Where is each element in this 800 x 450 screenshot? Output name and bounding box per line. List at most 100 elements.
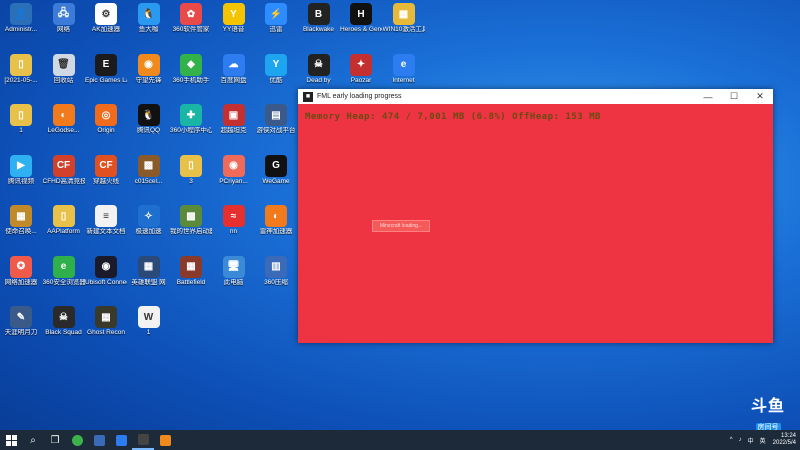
taskbar-minecraft-icon[interactable] bbox=[132, 430, 154, 450]
desktop-icon[interactable]: ◉ PCriyan... bbox=[213, 154, 255, 195]
desktop-icon[interactable]: G WeGame bbox=[255, 154, 297, 195]
desktop-app-icon: ▯ bbox=[180, 154, 202, 177]
desktop-icon[interactable]: ◐ LeGodse... bbox=[43, 104, 85, 144]
desktop-icon[interactable]: ☁ 百度网盘 bbox=[213, 53, 255, 94]
tray-speaker-icon[interactable]: ♪ bbox=[739, 437, 742, 443]
minimize-button[interactable]: — bbox=[695, 89, 721, 104]
desktop-icon[interactable]: 🐧 鱼大咖 bbox=[128, 3, 170, 43]
desktop-icon[interactable]: 🗑 回收站 bbox=[43, 53, 85, 94]
desktop-icon[interactable]: ◎ Origin bbox=[85, 104, 127, 144]
desktop-icon[interactable]: 👤 Administr... bbox=[0, 3, 42, 43]
desktop-icon[interactable]: EEpic Games Launcher bbox=[85, 53, 127, 94]
desktop-icon[interactable]: ▦ WIN10激活工具 bbox=[383, 3, 425, 43]
tray-chevron-icon[interactable]: ^ bbox=[730, 437, 733, 443]
desktop-app-icon: ✦ bbox=[350, 53, 372, 76]
fml-loading-window[interactable]: ■ FML early loading progress — ☐ ✕ Memor… bbox=[298, 89, 773, 343]
tray-ime[interactable]: 英 bbox=[760, 436, 766, 445]
tray-lang[interactable]: 中 bbox=[748, 436, 754, 445]
desktop-icon[interactable]: ✦ Paozar bbox=[340, 53, 382, 94]
taskbar-douyu-icon[interactable] bbox=[154, 430, 176, 450]
desktop-icon[interactable]: ▥ 360压缩 bbox=[255, 255, 297, 296]
desktop-icon[interactable]: ▤ 游侠对战平台 bbox=[255, 104, 297, 144]
desktop-app-icon: ≈ bbox=[222, 205, 245, 227]
desktop-icon[interactable]: ▣ 超越坦克 bbox=[213, 104, 255, 144]
desktop-icon[interactable]: e Internet bbox=[383, 53, 425, 94]
desktop-icon[interactable]: ✪ 网络加速器 bbox=[0, 255, 42, 296]
desktop-app-icon: ▦ bbox=[392, 3, 415, 25]
desktop-icon[interactable]: ☠ Dead by bbox=[298, 53, 340, 94]
desktop-icon[interactable]: e 360安全浏览器 bbox=[43, 255, 85, 296]
desktop-icon-label: PCriyan... bbox=[219, 177, 248, 185]
desktop-icon-label: 回收站 bbox=[53, 76, 74, 84]
desktop-icon-label: 360软件管家 bbox=[172, 26, 210, 33]
desktop-app-icon: ▩ bbox=[180, 205, 202, 227]
desktop-icon[interactable]: ▦ Ghost Recon bbox=[85, 306, 127, 346]
desktop-icon[interactable]: ✎ 天涯明月刀 bbox=[0, 306, 42, 346]
desktop-icon[interactable]: ▯ 3 bbox=[170, 154, 212, 195]
desktop-icon[interactable]: Y 优酷 bbox=[255, 53, 297, 94]
desktop-icon[interactable]: ⚡ 迅雷 bbox=[255, 3, 297, 43]
desktop-icon[interactable]: ≡ 新建文本文档 bbox=[85, 205, 127, 245]
desktop-icon[interactable]: ≈ nn bbox=[213, 205, 255, 245]
window-title: FML early loading progress bbox=[317, 93, 402, 100]
desktop-icon-label: Epic Games Launcher bbox=[85, 76, 127, 84]
desktop-icon-label: Heroes & Generals bbox=[340, 26, 382, 33]
desktop-icon[interactable]: ◉ 守望先锋 bbox=[128, 53, 170, 94]
desktop-icon[interactable]: HHeroes & Generals bbox=[340, 3, 382, 43]
desktop-icon-label: Internet bbox=[392, 76, 415, 84]
desktop-icon[interactable]: 🖧 网络 bbox=[43, 3, 85, 43]
desktop-icon-label: 3 bbox=[189, 177, 193, 185]
desktop-icon[interactable]: ✧ 极速加速 bbox=[128, 205, 170, 245]
desktop-app-icon: ◐ bbox=[265, 205, 287, 227]
task-view-icon[interactable]: ❐ bbox=[44, 430, 66, 450]
clock-date: 2022/5/4 bbox=[772, 440, 796, 446]
desktop-icon-label: 天涯明月刀 bbox=[4, 329, 38, 336]
desktop-icon-label: 网络加速器 bbox=[4, 278, 38, 286]
desktop-icon[interactable]: ⚙ AK加速器 bbox=[85, 3, 127, 43]
desktop-icon-label: Paozar bbox=[350, 76, 372, 84]
desktop-icon[interactable]: ◆ 360手机助手 bbox=[170, 53, 212, 94]
desktop-app-icon: ▯ bbox=[10, 104, 32, 126]
desktop-icon[interactable]: CFCFHD高清竞技大区 bbox=[42, 154, 85, 195]
clock-time: 13:24 bbox=[780, 433, 796, 439]
desktop-icon[interactable]: ▯ AAPlatform bbox=[43, 205, 85, 245]
desktop-icon-label: CFHD高清竞技大区 bbox=[42, 177, 85, 185]
clock[interactable]: 13:24 2022/5/4 bbox=[773, 433, 796, 447]
desktop-icon-label: 极速加速 bbox=[135, 228, 162, 235]
desktop-icon[interactable]: ▯ [2021-05-... bbox=[0, 53, 42, 94]
desktop-icon[interactable]: ▯ 1 bbox=[0, 104, 42, 144]
window-titlebar[interactable]: ■ FML early loading progress — ☐ ✕ bbox=[298, 89, 773, 104]
desktop-app-icon: CF bbox=[52, 154, 75, 177]
desktop-icon[interactable]: ▦ 英雄联盟 网 bbox=[128, 255, 170, 296]
desktop-icon[interactable]: ▶ 腾讯视频 bbox=[0, 154, 42, 195]
desktop-icon-label: [2021-05-... bbox=[4, 76, 38, 84]
desktop-icon[interactable]: ▩ 我的世界启动器 bbox=[170, 205, 212, 245]
desktop-app-icon: ✧ bbox=[137, 205, 160, 227]
desktop-icon-label: 360手机助手 bbox=[172, 76, 210, 84]
desktop-icon[interactable]: W1 bbox=[128, 306, 170, 346]
desktop-icon[interactable]: ▦ Battlefield bbox=[170, 255, 212, 296]
desktop-icon[interactable]: ◐ 雷神加速器 bbox=[255, 205, 297, 245]
taskbar-feishu-icon[interactable] bbox=[110, 430, 132, 450]
search-icon[interactable]: ⌕ bbox=[22, 430, 44, 450]
desktop-icon[interactable]: 🐧 腾讯QQ bbox=[128, 104, 170, 144]
maximize-button[interactable]: ☐ bbox=[721, 89, 747, 104]
desktop-icon-label: WIN10激活工具 bbox=[382, 26, 425, 33]
start-button[interactable] bbox=[0, 430, 22, 450]
desktop-icon[interactable]: ✚ 360小程序中心 bbox=[170, 104, 212, 144]
desktop-icon[interactable]: ◉ Ubisoft Connect bbox=[85, 255, 127, 296]
taskbar-app-icon[interactable] bbox=[88, 430, 110, 450]
desktop-icon[interactable]: ▩ c015cel... bbox=[128, 154, 170, 195]
desktop-icon[interactable]: CF 穿越火线 bbox=[85, 154, 127, 195]
desktop-icon-label: 360小程序中心 bbox=[170, 127, 212, 134]
desktop-icon[interactable]: ▦ 使命召唤... bbox=[0, 205, 42, 245]
windows-logo-icon bbox=[5, 434, 17, 446]
desktop-icon[interactable]: 🖥 此电脑 bbox=[213, 255, 255, 296]
desktop-icon[interactable]: Y YY语音 bbox=[213, 3, 255, 43]
taskbar-360-icon[interactable] bbox=[66, 430, 88, 450]
close-button[interactable]: ✕ bbox=[747, 89, 773, 104]
desktop-app-icon: e bbox=[392, 53, 415, 76]
desktop-icon[interactable]: ☠ Black Squad bbox=[43, 306, 85, 346]
desktop-icon[interactable]: B Blackwake bbox=[298, 3, 340, 43]
desktop-icon[interactable]: ✿ 360软件管家 bbox=[170, 3, 212, 43]
